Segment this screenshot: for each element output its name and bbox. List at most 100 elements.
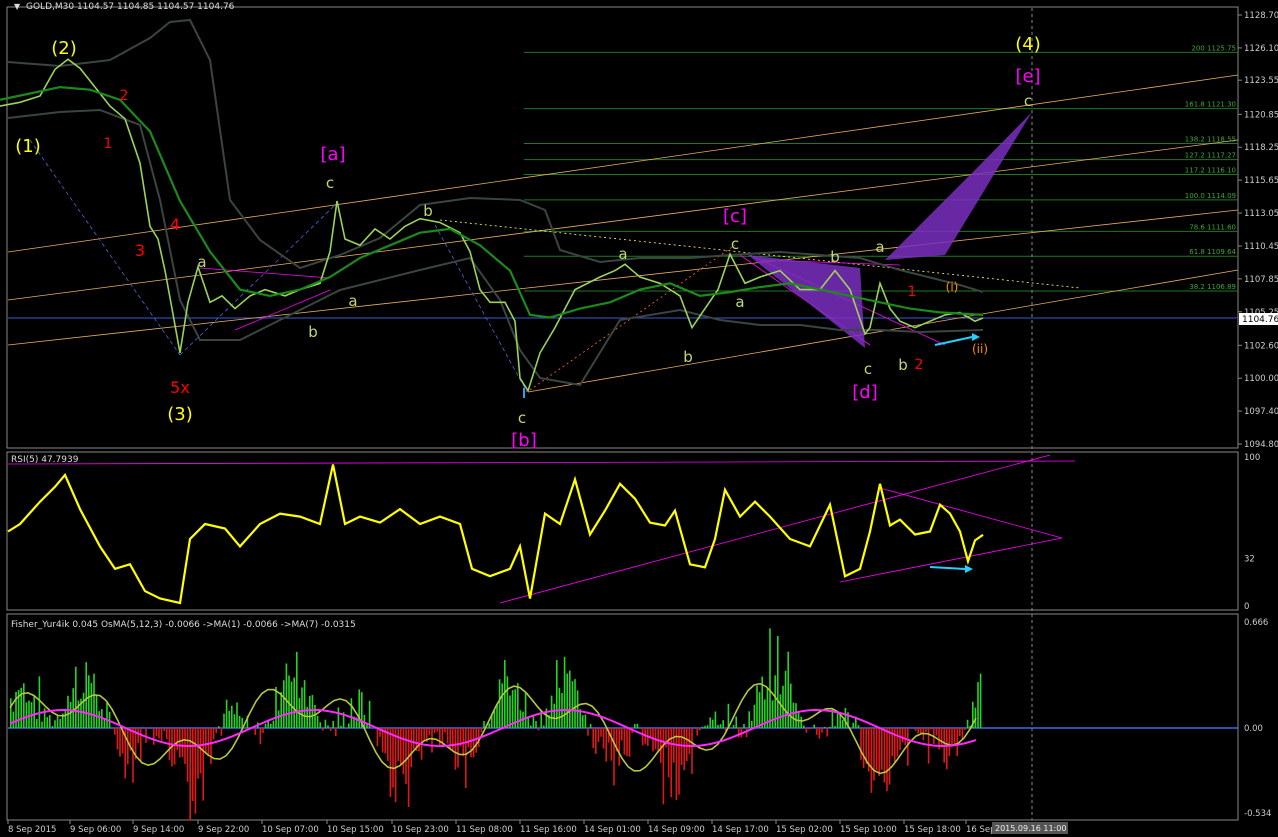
fisher-bar-negative (917, 728, 919, 734)
fisher-bar-negative (587, 728, 589, 736)
fisher-bar-positive (977, 682, 979, 729)
fisher-bar-negative (452, 728, 454, 751)
fib-level-label: 200 1125.75 (1191, 44, 1236, 52)
fisher-bar-negative (595, 728, 597, 754)
fisher-bar-positive (493, 709, 496, 729)
wave-label: c (326, 174, 334, 192)
fib-level-label: 38.2 1106.89 (1189, 283, 1236, 291)
fisher-bar-negative (155, 728, 158, 737)
fisher-bar-positive (966, 719, 969, 729)
fisher-bar-positive (771, 700, 774, 729)
fisher-bar-positive (272, 720, 275, 729)
fisher-bar-negative (457, 728, 459, 768)
fisher-bar-negative (212, 728, 215, 740)
wave-label: 3 (135, 241, 145, 260)
fisher-bar-positive (38, 676, 41, 729)
fisher-bar-positive (23, 683, 25, 729)
fisher-bar-positive (54, 720, 56, 729)
fisher-bar-positive (283, 680, 285, 729)
fisher-bar-positive (535, 721, 537, 729)
fisher-bar-negative (402, 728, 405, 775)
x-tick-label: 10 Sep 23:00 (392, 825, 449, 835)
x-tick-label: 11 Sep 16:00 (520, 825, 577, 835)
fisher-bar-negative (862, 728, 865, 768)
fisher-bar-positive (509, 695, 511, 729)
fisher-title: Fisher_Yur4ik 0.045 OsMA(5,12,3) -0.0066… (11, 620, 356, 630)
fisher-bar-positive (719, 724, 722, 729)
fisher-bar-negative (959, 728, 961, 737)
wave-label: 1 (104, 136, 113, 152)
fisher-bar-negative (410, 728, 412, 768)
fisher-bar-positive (25, 702, 28, 729)
fisher-bar-negative (254, 728, 256, 735)
fisher-bar-positive (769, 628, 771, 729)
wave-label: 5x (170, 378, 190, 397)
price-y-tick-label: 1097.40 (1244, 407, 1278, 417)
wave-label: c (1024, 92, 1032, 110)
fisher-bar-positive (727, 703, 730, 729)
fisher-bar-negative (875, 728, 878, 771)
fisher-bar-negative (951, 728, 953, 747)
fisher-bar-negative (678, 728, 680, 795)
fisher-bar-negative (259, 728, 262, 745)
fisher-bar-negative (220, 728, 223, 736)
fisher-bar-negative (602, 728, 605, 749)
fisher-bar-positive (501, 683, 503, 729)
wave-label: b (683, 348, 693, 366)
fisher-bar-negative (202, 728, 204, 801)
fisher-bar-negative (158, 728, 160, 739)
fisher-bar-positive (834, 726, 836, 729)
fisher-bar-positive (709, 717, 711, 729)
fisher-bar-positive (311, 695, 314, 729)
fisher-bar-positive (285, 663, 288, 729)
fisher-bar-negative (626, 728, 628, 757)
price-y-tick-label: 1126.10 (1244, 44, 1278, 54)
x-tick-label: 14 Sep 17:00 (712, 825, 769, 835)
fisher-bar-negative (891, 728, 893, 757)
fisher-bar-positive (28, 700, 30, 729)
fisher-y-tick-label: -0.534 (1244, 809, 1271, 819)
fisher-bar-positive (293, 677, 295, 729)
fisher-bar-negative (935, 728, 938, 736)
fisher-bar-positive (327, 725, 329, 729)
fisher-bar-positive (717, 724, 719, 729)
fisher-bar-positive (332, 720, 334, 729)
fisher-bar-negative (389, 728, 392, 797)
wave-label: b (308, 323, 318, 341)
fisher-bar-positive (524, 693, 527, 729)
price-title: GOLD,M30 1104.57 1104.85 1104.57 1104.76 (26, 2, 235, 12)
wave-label: (i) (946, 280, 959, 294)
price-y-tick-label: 1113.05 (1244, 209, 1278, 219)
fisher-bar-negative (665, 728, 667, 748)
fisher-bar-negative (405, 728, 407, 784)
fisher-bar-positive (233, 714, 236, 729)
fisher-bar-positive (743, 723, 745, 729)
fisher-bar-positive (296, 651, 298, 729)
fisher-bar-negative (475, 728, 477, 753)
fisher-bar-positive (223, 713, 225, 729)
fisher-bar-negative (805, 728, 808, 733)
fisher-bar-negative (394, 728, 397, 803)
fisher-bar-negative (137, 728, 139, 744)
fisher-bar-negative (392, 728, 394, 788)
fisher-bar-negative (210, 728, 212, 764)
fisher-bar-positive (753, 704, 756, 729)
fisher-bar-positive (792, 702, 795, 729)
chart-canvas: ▼ GOLD,M30 1104.57 1104.85 1104.57 1104.… (0, 0, 1278, 837)
fisher-bar-negative (818, 728, 821, 739)
x-tick-label: 14 Sep 01:00 (584, 825, 641, 835)
fisher-bar-positive (558, 687, 561, 729)
fisher-bar-negative (413, 728, 415, 750)
fisher-bar-negative (738, 728, 740, 738)
fisher-bar-positive (64, 708, 67, 729)
fisher-bar-positive (319, 722, 321, 729)
fisher-bar-positive (584, 714, 587, 729)
fisher-bar-negative (439, 728, 441, 748)
fisher-bar-positive (813, 724, 815, 729)
fisher-bar-negative (244, 728, 246, 729)
rsi-y-tick-label: 0 (1244, 602, 1249, 612)
fisher-bar-negative (186, 728, 189, 782)
fisher-bar-negative (207, 728, 210, 757)
fisher-bar-positive (758, 692, 761, 729)
fisher-bar-negative (179, 728, 181, 758)
